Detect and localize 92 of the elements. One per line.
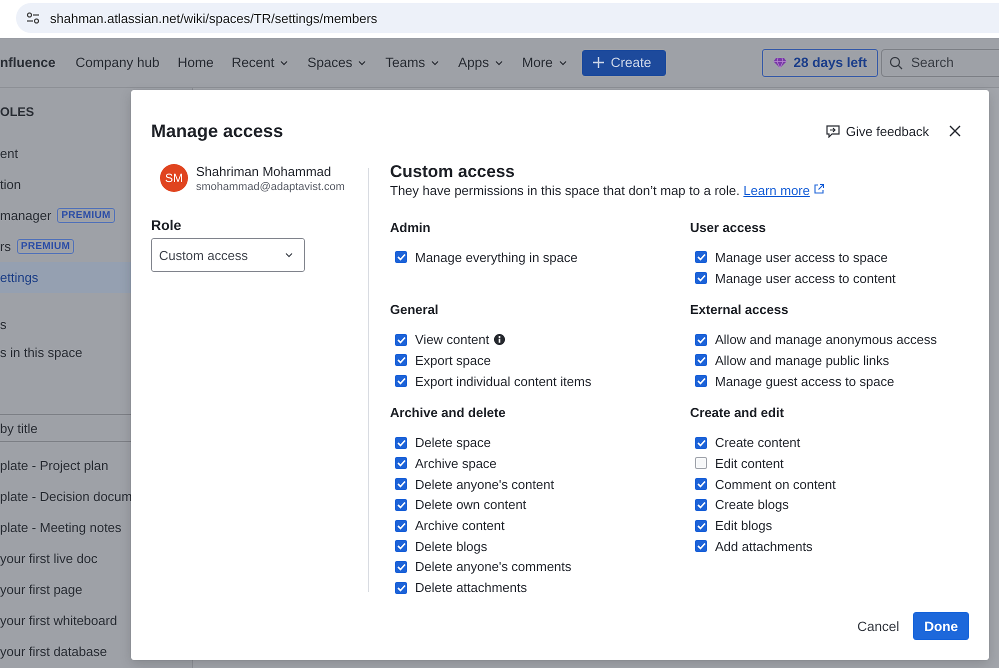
checkbox[interactable] (395, 520, 407, 532)
nav-item[interactable]: Company hub (76, 55, 160, 70)
group-heading: Archive and delete (390, 405, 507, 422)
group-heading: General (390, 302, 440, 318)
cancel-button[interactable]: Cancel (855, 612, 902, 640)
permission-label: Create blogs (715, 497, 789, 512)
group-heading: Admin (390, 220, 432, 236)
trial-button[interactable]: 28 days left (762, 48, 878, 76)
feedback-button[interactable]: Give feedback (826, 124, 929, 138)
done-button[interactable]: Done (913, 612, 969, 640)
permission-label: Archive space (415, 456, 497, 471)
permission-label: Manage everything in space (415, 250, 578, 265)
diamond-icon (773, 56, 788, 68)
checkbox[interactable] (395, 354, 407, 366)
permission-label: Allow and manage public links (715, 352, 890, 368)
learn-more-link[interactable]: Learn more (743, 183, 810, 198)
group-heading: Create and edit (690, 405, 785, 422)
user-name: Shahriman Mohammad (196, 164, 332, 180)
checkbox[interactable] (695, 498, 707, 511)
role-select[interactable]: Custom access (151, 238, 305, 272)
permission-label: Add attachments (715, 538, 813, 554)
nav-item[interactable]: Home (178, 55, 214, 70)
user-email: smohammad@adaptavist.com (196, 180, 345, 194)
premium-badge: PREMIUM (16, 239, 74, 254)
url-text: shahman.atlassian.net/wiki/spaces/TR/settings/members (50, 10, 378, 26)
nav-item[interactable]: Teams (385, 55, 440, 70)
permission-label: Delete own content (415, 497, 526, 512)
plus-icon (592, 56, 605, 69)
checkbox[interactable] (695, 272, 707, 284)
close-button[interactable] (949, 125, 961, 137)
permission-label: Delete attachments (415, 580, 528, 596)
permission-label: Export individual content items (415, 374, 592, 389)
chevron-down-icon (284, 250, 294, 260)
checkbox[interactable] (395, 436, 407, 449)
permission-label: Allow and manage anonymous access (715, 332, 937, 348)
checkbox[interactable] (695, 436, 707, 449)
checkbox[interactable] (695, 478, 707, 490)
permission-label: View content (415, 332, 490, 348)
permission-label: Manage user access to content (715, 270, 896, 286)
checkbox[interactable] (695, 520, 707, 532)
checkbox[interactable] (695, 540, 707, 552)
permission-label: Create content (715, 435, 800, 450)
search-field[interactable]: Search (881, 48, 999, 76)
group-heading: External access (690, 302, 790, 318)
nav-item[interactable]: Recent (232, 55, 290, 70)
dialog-title: Manage access (151, 120, 284, 142)
site-settings-icon[interactable] (26, 12, 40, 24)
checkbox[interactable] (395, 540, 407, 552)
checkbox[interactable] (395, 375, 407, 388)
role-label: Role (151, 216, 182, 234)
checkbox[interactable] (395, 560, 407, 573)
create-button[interactable]: Create (582, 50, 666, 76)
permission-label: Edit content (715, 456, 784, 471)
permission-label: Export space (415, 352, 491, 368)
external-link-icon (813, 183, 826, 195)
user-avatar: SM (160, 164, 188, 192)
permission-label: Archive content (415, 518, 505, 534)
permission-label: Delete blogs (415, 538, 488, 554)
checkbox[interactable] (695, 375, 707, 388)
checkbox[interactable] (395, 582, 407, 594)
permission-label: Edit blogs (715, 518, 772, 534)
checkbox[interactable] (395, 251, 407, 264)
access-description: They have permissions in this space that don’t map to a role. Learn more (390, 182, 969, 200)
premium-badge: PREMIUM (57, 208, 115, 223)
close-icon (949, 125, 961, 137)
checkbox[interactable] (395, 478, 407, 490)
nav-item[interactable]: More (522, 55, 568, 70)
section-title: Custom access (390, 162, 516, 182)
group-heading: User access (690, 220, 767, 236)
checkbox[interactable] (695, 457, 707, 470)
checkbox[interactable] (395, 498, 407, 511)
section-heading: OLES (0, 104, 36, 121)
permission-label: Manage guest access to space (715, 374, 894, 389)
checkbox[interactable] (695, 334, 707, 346)
address-bar[interactable]: shahman.atlassian.net/wiki/spaces/TR/settings/members (16, 3, 999, 33)
checkbox[interactable] (695, 251, 707, 264)
permission-label: Delete anyone's comments (415, 559, 572, 574)
permission-label: Manage user access to space (715, 250, 888, 265)
filter-field[interactable]: by title (0, 415, 192, 441)
section-heading: s (0, 316, 8, 334)
info-icon[interactable] (494, 334, 506, 346)
nav-item[interactable]: Spaces (307, 55, 368, 70)
product-name[interactable]: nfluence (0, 55, 56, 70)
checkbox[interactable] (395, 457, 407, 470)
checkbox[interactable] (695, 354, 707, 366)
search-icon (889, 56, 903, 70)
nav-item[interactable]: Apps (458, 55, 504, 70)
permission-label: Comment on content (715, 476, 836, 492)
feedback-icon (826, 124, 840, 138)
permission-label: Delete anyone's content (415, 476, 554, 492)
checkbox[interactable] (395, 334, 407, 346)
permission-label: Delete space (415, 435, 491, 450)
